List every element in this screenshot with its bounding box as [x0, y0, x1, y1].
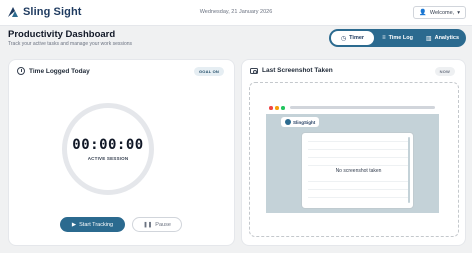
tab-timer[interactable]: ◷ Timer	[331, 31, 374, 45]
no-screenshot-text: No screenshot taken	[335, 168, 382, 174]
page-subtitle: Track your active tasks and manage your …	[8, 41, 133, 47]
tab-analytics[interactable]: ▥ Analytics	[421, 31, 464, 45]
session-label: ACTIVE SESSION	[87, 156, 129, 161]
tab-time-log-label: Time Log	[388, 35, 413, 41]
page-title: Productivity Dashboard	[8, 29, 116, 40]
minimize-dot-icon	[275, 106, 279, 110]
pause-icon: ❚❚	[143, 221, 153, 228]
screenshot-time-badge: NOW	[434, 67, 455, 76]
current-date: Wednesday, 21 January 2026	[199, 9, 273, 15]
tab-time-log[interactable]: ≡ Time Log	[376, 31, 419, 45]
user-icon: 👤	[419, 10, 427, 16]
doc-line	[308, 165, 408, 166]
doc-line	[308, 189, 408, 190]
play-icon: ▶	[71, 221, 77, 228]
doc-line	[308, 197, 408, 198]
placeholder-brand-name: SlingSight	[293, 119, 316, 125]
maximize-dot-icon	[281, 106, 285, 110]
chevron-down-icon: ▾	[457, 9, 460, 16]
doc-line	[308, 149, 408, 150]
pause-label: Pause	[155, 221, 171, 228]
brand-mark-icon	[285, 119, 291, 125]
chart-icon: ▥	[425, 35, 432, 42]
screenshot-card: Last Screenshot Taken NOW SlingSight No …	[241, 59, 466, 246]
doc-line	[308, 157, 408, 158]
screenshot-card-title: Last Screenshot Taken	[262, 67, 333, 74]
placeholder-document: No screenshot taken	[301, 132, 414, 209]
close-dot-icon	[269, 106, 273, 110]
doc-line	[308, 141, 408, 142]
url-bar	[290, 106, 435, 109]
pause-button[interactable]: ❚❚ Pause	[132, 217, 182, 232]
screenshot-placeholder: SlingSight No screenshot taken	[260, 102, 440, 218]
clock-icon: ◷	[340, 35, 347, 42]
timer-display: 00:00:00	[72, 137, 144, 153]
user-menu-button[interactable]: 👤 Welcome, ▾	[413, 6, 466, 19]
screenshot-card-header: Last Screenshot Taken	[250, 67, 333, 74]
timer-card-header: Time Logged Today	[17, 67, 90, 75]
timer-card: Time Logged Today GOAL ON 00:00:00 ACTIV…	[8, 59, 235, 246]
start-tracking-label: Start Tracking	[79, 221, 114, 228]
goal-badge: GOAL ON	[194, 67, 224, 76]
top-bar: Sling Sight Wednesday, 21 January 2026 👤…	[0, 0, 472, 26]
timer-card-title: Time Logged Today	[29, 67, 90, 75]
doc-line	[308, 181, 408, 182]
view-switcher: ◷ Timer ≡ Time Log ▥ Analytics	[329, 29, 466, 47]
placeholder-brand: SlingSight	[281, 117, 320, 127]
tab-analytics-label: Analytics	[434, 35, 460, 41]
timer-ring: 00:00:00 ACTIVE SESSION	[62, 103, 154, 195]
camera-icon	[250, 67, 258, 74]
browser-toolbar	[260, 102, 440, 112]
user-menu-label: Welcome,	[429, 9, 455, 16]
list-icon: ≡	[382, 35, 386, 41]
clock-icon	[17, 67, 25, 75]
placeholder-screen: SlingSight No screenshot taken	[266, 114, 439, 213]
tab-timer-label: Timer	[349, 35, 365, 41]
start-tracking-button[interactable]: ▶ Start Tracking	[60, 217, 125, 232]
